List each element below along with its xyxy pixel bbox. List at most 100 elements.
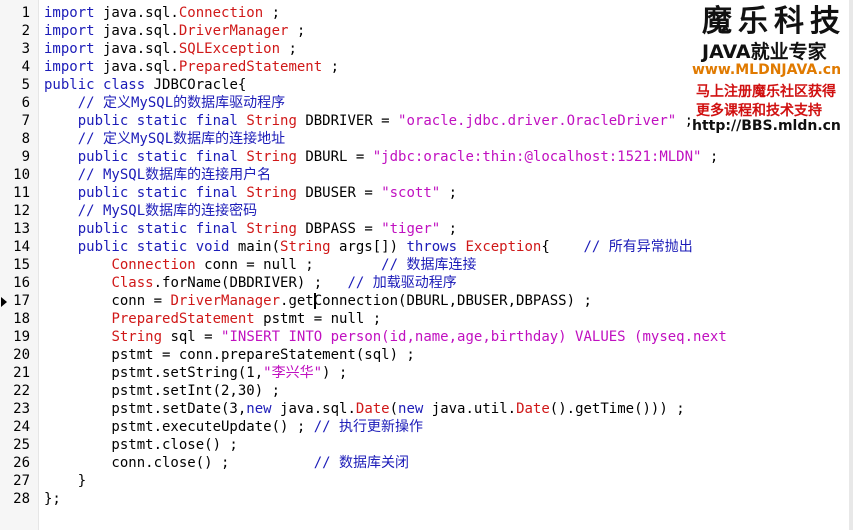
code-token: import: [44, 59, 95, 75]
code-token: // MySQL数据库的连接用户名: [77, 167, 272, 183]
code-token: java.util.: [423, 401, 517, 417]
code-text[interactable]: public static final String DBURL = "jdbc…: [44, 148, 719, 166]
code-token: Connection: [178, 5, 264, 21]
code-text[interactable]: public static void main(String args[]) t…: [44, 238, 693, 256]
code-text[interactable]: // MySQL数据库的连接用户名: [44, 166, 271, 184]
code-token: new: [398, 401, 424, 417]
code-token: DBUSER =: [296, 185, 382, 201]
code-text[interactable]: PreparedStatement pstmt = null ;: [44, 310, 381, 328]
code-text[interactable]: pstmt.setDate(3,new java.sql.Date(new ja…: [44, 400, 685, 418]
code-text[interactable]: import java.sql.DriverManager ;: [44, 22, 305, 40]
code-text[interactable]: public static final String DBPASS = "tig…: [44, 220, 457, 238]
code-token: // 定义MySQL数据库的连接地址: [77, 131, 286, 147]
code-token: DriverManager: [170, 293, 281, 309]
watermark-subtitle: JAVA就业专家: [702, 41, 827, 63]
code-token: "jdbc:oracle:thin:@localhost:1521:MLDN": [372, 149, 702, 165]
watermark-promo-line-2: 更多课程和技术支持: [696, 103, 822, 119]
watermark-bbs-url: http://BBS.mldn.cn: [692, 118, 841, 134]
code-token: public static final: [77, 221, 238, 237]
code-token: String: [246, 185, 297, 201]
code-token: PreparedStatement: [178, 59, 323, 75]
line-number: 19: [13, 329, 30, 345]
code-text[interactable]: pstmt = conn.prepareStatement(sql) ;: [44, 346, 415, 364]
code-token: "scott": [381, 185, 441, 201]
watermark-title: 魔乐科技: [702, 4, 846, 39]
code-text[interactable]: pstmt.executeUpdate() ; // 执行更新操作: [44, 418, 423, 436]
code-token: // 定义MySQL的数据库驱动程序: [77, 95, 286, 111]
code-token: pstmt = conn.prepareStatement(sql) ;: [44, 347, 415, 363]
code-token: pstmt = null ;: [254, 311, 382, 327]
code-text[interactable]: // MySQL数据库的连接密码: [44, 202, 257, 220]
code-token: String: [111, 329, 163, 345]
code-text[interactable]: };: [44, 490, 61, 508]
code-token: Class: [111, 275, 154, 291]
code-token: pstmt.setDate(3,: [44, 401, 247, 417]
code-token: Date: [516, 401, 550, 417]
code-token: DriverManager: [178, 23, 289, 39]
code-token: import: [44, 5, 95, 21]
line-number: 20: [13, 347, 30, 363]
code-text[interactable]: }: [44, 472, 86, 490]
code-token: sql =: [162, 329, 222, 345]
code-text[interactable]: // 定义MySQL数据库的连接地址: [44, 130, 285, 148]
line-number: 12: [13, 203, 30, 219]
code-text[interactable]: public class JDBCOracle{: [44, 76, 246, 94]
line-number: 11: [13, 185, 30, 201]
watermark-promo-line-1: 马上注册魔乐社区获得: [696, 84, 836, 100]
code-token: import: [44, 41, 95, 57]
code-token: String: [280, 239, 331, 255]
line-number: 18: [13, 311, 30, 327]
line-number: 14: [13, 239, 30, 255]
code-token: "INSERT INTO person(id,name,age,birthday…: [221, 329, 727, 345]
code-text[interactable]: import java.sql.Connection ;: [44, 4, 280, 22]
code-token: JDBCOracle{: [145, 77, 247, 93]
code-token: ().getTime())) ;: [549, 401, 685, 417]
line-number: 2: [21, 23, 30, 39]
text-cursor: [314, 293, 316, 309]
line-number: 5: [21, 77, 30, 93]
code-text[interactable]: // 定义MySQL的数据库驱动程序: [44, 94, 285, 112]
line-number: 27: [13, 473, 30, 489]
code-text[interactable]: import java.sql.PreparedStatement ;: [44, 58, 339, 76]
code-token: public static final: [77, 113, 238, 129]
code-text[interactable]: pstmt.setInt(2,30) ;: [44, 382, 280, 400]
code-text[interactable]: public static final String DBUSER = "sco…: [44, 184, 457, 202]
line-number: 10: [13, 167, 30, 183]
code-token: pstmt.setString(1,: [44, 365, 264, 381]
line-number: 8: [21, 131, 30, 147]
code-token: // 数据库关闭: [313, 455, 410, 471]
line-number: 7: [21, 113, 30, 129]
code-token: conn = null ;: [195, 257, 382, 273]
code-token: java.sql.: [94, 5, 179, 21]
code-text[interactable]: String sql = "INSERT INTO person(id,name…: [44, 328, 727, 346]
line-number: 9: [21, 149, 30, 165]
code-token: java.sql.: [94, 41, 179, 57]
line-number: 23: [13, 401, 30, 417]
line-number: 13: [13, 221, 30, 237]
code-token: "tiger": [381, 221, 441, 237]
code-token: .forName(DBDRIVER) ;: [153, 275, 348, 291]
line-number: 21: [13, 365, 30, 381]
code-text[interactable]: pstmt.close() ;: [44, 436, 237, 454]
code-token: ;: [280, 41, 297, 57]
code-text[interactable]: Class.forName(DBDRIVER) ; // 加载驱动程序: [44, 274, 456, 292]
code-text[interactable]: pstmt.setString(1,"李兴华") ;: [44, 364, 347, 382]
code-text[interactable]: public static final String DBDRIVER = "o…: [44, 112, 693, 130]
code-text[interactable]: import java.sql.SQLException ;: [44, 40, 297, 58]
code-token: ;: [322, 59, 340, 75]
code-text[interactable]: conn.close() ; // 数据库关闭: [44, 454, 409, 472]
code-token: // 所有异常抛出: [583, 239, 693, 255]
code-token: {: [541, 239, 584, 255]
code-text[interactable]: Connection conn = null ; // 数据库连接: [44, 256, 476, 274]
code-text[interactable]: conn = DriverManager.getConnection(DBURL…: [44, 292, 591, 310]
code-token: public class: [44, 77, 146, 93]
code-token: String: [246, 113, 297, 129]
code-token: ;: [701, 149, 719, 165]
line-number: 15: [13, 257, 30, 273]
